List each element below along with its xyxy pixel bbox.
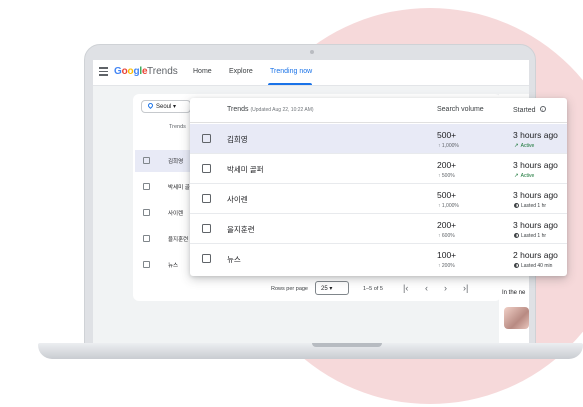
rows-per-page-label: Rows per page bbox=[271, 286, 308, 292]
trend-name[interactable]: 을지훈련 bbox=[227, 224, 255, 235]
bg-table-header: Trends bbox=[169, 124, 186, 130]
search-volume: 100+ bbox=[437, 250, 457, 260]
row-checkbox[interactable] bbox=[202, 224, 211, 233]
info-icon[interactable]: i bbox=[539, 106, 546, 112]
laptop-notch bbox=[312, 343, 382, 347]
scene: Google Trends Home Explore Trending now … bbox=[0, 0, 583, 407]
rows-per-page-select[interactable]: 25 ▾ bbox=[315, 281, 349, 295]
nav-home[interactable]: Home bbox=[193, 68, 212, 75]
table-row[interactable]: 뉴스 100+ ↑ 200% 2 hours ago Lasted 40 min bbox=[190, 244, 567, 274]
started-time: 3 hours ago bbox=[513, 130, 558, 140]
last-page-icon[interactable]: ›| bbox=[463, 283, 468, 293]
row-checkbox[interactable] bbox=[202, 254, 211, 263]
search-volume: 200+ bbox=[437, 160, 457, 170]
first-page-icon[interactable]: |‹ bbox=[403, 283, 408, 293]
trend-name[interactable]: 사이렌 bbox=[227, 194, 248, 205]
search-volume: 500+ bbox=[437, 130, 457, 140]
table-row[interactable]: 박세미 골퍼 200+ ↑ 500% 3 hours ago ↗ Active bbox=[190, 154, 567, 184]
timer-icon bbox=[514, 203, 519, 208]
trend-name[interactable]: 뉴스 bbox=[227, 254, 241, 265]
google-logo[interactable]: Google bbox=[114, 66, 148, 77]
menu-icon[interactable] bbox=[99, 67, 108, 76]
volume-change: ↑ 600% bbox=[438, 233, 455, 239]
row-checkbox[interactable] bbox=[202, 194, 211, 203]
active-tab-indicator bbox=[268, 83, 312, 85]
news-thumbnail[interactable] bbox=[504, 307, 529, 329]
volume-change: ↑ 1,000% bbox=[438, 203, 459, 209]
trending-up-icon: ↗ bbox=[514, 173, 519, 179]
status-badge: ↗ Active bbox=[514, 143, 535, 149]
side-panel-heading: In the ne bbox=[502, 290, 526, 296]
app-header: Google Trends Home Explore Trending now bbox=[93, 60, 529, 86]
col-started[interactable]: Started i bbox=[513, 106, 546, 114]
timer-icon bbox=[514, 233, 519, 238]
table-row[interactable]: 사이렌 500+ ↑ 1,000% 3 hours ago Lasted 1 h… bbox=[190, 184, 567, 214]
table-row[interactable]: 을지훈련 200+ ↑ 600% 3 hours ago Lasted 1 hr bbox=[190, 214, 567, 244]
table-row[interactable]: 김희영 500+ ↑ 1,000% 3 hours ago ↗ Active bbox=[190, 124, 567, 154]
timer-icon bbox=[514, 263, 519, 268]
row-checkbox[interactable] bbox=[143, 183, 150, 190]
status-badge: Lasted 1 hr bbox=[514, 233, 546, 239]
col-search-volume[interactable]: Search volume bbox=[437, 106, 484, 113]
status-badge: ↗ Active bbox=[514, 173, 535, 179]
row-checkbox[interactable] bbox=[143, 235, 150, 242]
nav-explore[interactable]: Explore bbox=[229, 68, 253, 75]
trending-up-icon: ↗ bbox=[514, 143, 519, 149]
volume-change: ↑ 1,000% bbox=[438, 143, 459, 149]
table-header: Trends (Updated Aug 22, 10:22 AM) Search… bbox=[190, 98, 567, 123]
nav-trending-now[interactable]: Trending now bbox=[270, 68, 312, 75]
row-checkbox[interactable] bbox=[143, 261, 150, 268]
location-pin-icon bbox=[146, 101, 155, 110]
prev-page-icon[interactable]: ‹ bbox=[425, 283, 428, 293]
row-checkbox[interactable] bbox=[143, 157, 150, 164]
col-trends[interactable]: Trends (Updated Aug 22, 10:22 AM) bbox=[227, 106, 314, 113]
volume-change: ↑ 500% bbox=[438, 173, 455, 179]
started-time: 3 hours ago bbox=[513, 160, 558, 170]
row-checkbox[interactable] bbox=[143, 209, 150, 216]
page-range: 1–5 of 5 bbox=[363, 286, 383, 292]
started-time: 3 hours ago bbox=[513, 190, 558, 200]
row-checkbox[interactable] bbox=[202, 164, 211, 173]
trend-name[interactable]: 박세미 골퍼 bbox=[227, 164, 264, 175]
status-badge: Lasted 1 hr bbox=[514, 203, 546, 209]
started-time: 3 hours ago bbox=[513, 220, 558, 230]
laptop-base bbox=[38, 343, 583, 359]
started-time: 2 hours ago bbox=[513, 250, 558, 260]
search-volume: 500+ bbox=[437, 190, 457, 200]
trend-name[interactable]: 김희영 bbox=[227, 134, 248, 145]
search-volume: 200+ bbox=[437, 220, 457, 230]
camera-icon bbox=[310, 50, 314, 54]
trends-popup-table: Trends (Updated Aug 22, 10:22 AM) Search… bbox=[190, 98, 567, 276]
status-badge: Lasted 40 min bbox=[514, 263, 552, 269]
logo-product-name: Trends bbox=[147, 66, 178, 77]
next-page-icon[interactable]: › bbox=[444, 283, 447, 293]
location-filter[interactable]: Seoul ▾ bbox=[141, 100, 191, 113]
volume-change: ↑ 200% bbox=[438, 263, 455, 269]
row-checkbox[interactable] bbox=[202, 134, 211, 143]
